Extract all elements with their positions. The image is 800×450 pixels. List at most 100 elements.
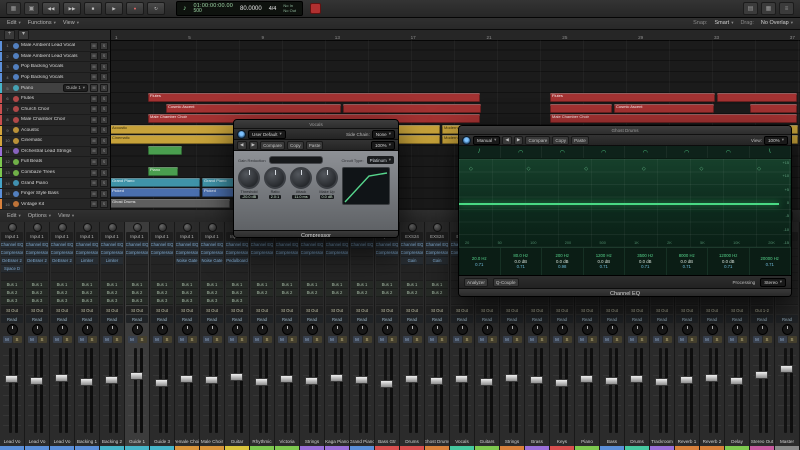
automation-mode[interactable]: Read (376, 315, 398, 323)
compressor-knob[interactable] (290, 167, 312, 189)
track-row[interactable]: 4 Pop Backing Vocals M S (0, 72, 110, 84)
automation-mode[interactable]: Read (76, 315, 98, 323)
solo-button[interactable]: S (637, 336, 647, 343)
track-solo-button[interactable]: S (100, 179, 108, 188)
insert-slot[interactable] (351, 257, 373, 265)
insert-slot[interactable]: Compressor (26, 249, 48, 257)
mute-button[interactable]: M (327, 336, 337, 343)
compressor-window-title[interactable]: Vocals (234, 120, 398, 129)
mute-button[interactable]: M (227, 336, 237, 343)
track-row[interactable]: 11 Orchestral Lead Strings M S (0, 146, 110, 158)
insert-slot[interactable]: Channel EQ (51, 241, 73, 249)
audio-region[interactable] (550, 104, 612, 113)
track-name[interactable]: Flutes (21, 96, 88, 101)
send-slot[interactable]: Bus 1 (276, 281, 298, 289)
send-slot[interactable] (351, 297, 373, 305)
track-row[interactable]: 2 Male Ambient Lead Vocals M S (0, 51, 110, 63)
send-slot[interactable]: Bus 2 (176, 289, 198, 297)
solo-button[interactable]: S (787, 336, 797, 343)
audio-region[interactable]: Male Chamber Choir (550, 114, 797, 123)
output-slot[interactable]: St Out (101, 306, 123, 314)
send-slot[interactable]: Bus 2 (126, 289, 148, 297)
pan-knob[interactable] (731, 323, 743, 335)
knob-value[interactable]: 0.0 dB (319, 195, 335, 199)
insert-slot[interactable]: Channel EQ (151, 241, 173, 249)
volume-fader[interactable] (103, 346, 121, 435)
channel-name[interactable]: Piano (575, 437, 599, 446)
q-couple-button[interactable]: Q-Couple (492, 277, 519, 287)
channel-strip[interactable]: Input 1 Channel EQ Compressor DeEsser 2 … (25, 222, 50, 450)
channel-name[interactable]: Backing 1 (75, 437, 99, 446)
send-slot[interactable] (251, 297, 273, 305)
channel-name[interactable]: Guitar (225, 437, 249, 446)
output-slot[interactable]: St Out (176, 306, 198, 314)
pan-knob[interactable] (306, 323, 318, 335)
arrange-menu[interactable]: Edit (7, 20, 21, 26)
insert-slot[interactable]: Compressor (201, 249, 223, 257)
pan-knob[interactable] (756, 323, 768, 335)
pan-knob[interactable] (381, 323, 393, 335)
fader-cap[interactable] (5, 375, 18, 384)
solo-button[interactable]: S (737, 336, 747, 343)
solo-button[interactable]: S (62, 336, 72, 343)
track-mute-button[interactable]: M (90, 168, 98, 177)
channel-name[interactable]: Kaga Piano (325, 437, 349, 446)
pan-knob[interactable] (706, 323, 718, 335)
eq-response-curve[interactable] (459, 203, 779, 205)
eq-band-toggle[interactable]: ◠ (584, 146, 625, 158)
fader-cap[interactable] (580, 375, 593, 384)
mixer-menu[interactable]: Options (28, 213, 51, 219)
send-slot[interactable]: Bus 3 (26, 297, 48, 305)
fader-cap[interactable] (755, 370, 768, 379)
channel-strip[interactable]: Input 1 Channel EQ Compressor Bus 1 Bus … (125, 222, 150, 450)
insert-slot[interactable]: Compressor (276, 249, 298, 257)
pan-knob[interactable] (556, 323, 568, 335)
insert-slot[interactable]: Compressor (176, 249, 198, 257)
channel-strip[interactable]: Input 1 Channel EQ Compressor DeEsser 2 … (50, 222, 75, 450)
automation-mode[interactable]: Read (401, 315, 423, 323)
insert-slot[interactable] (26, 273, 48, 281)
track-solo-button[interactable]: S (100, 168, 108, 177)
pan-knob[interactable] (606, 323, 618, 335)
knob-value[interactable]: 11.0 ms (292, 195, 310, 199)
next-preset-button[interactable]: ▶ (513, 135, 524, 145)
track-mute-button[interactable]: M (90, 73, 98, 82)
prev-preset-button[interactable]: ◀ (237, 140, 247, 150)
fader-cap[interactable] (230, 372, 243, 381)
track-name[interactable]: Cinematic (21, 138, 88, 143)
pan-knob[interactable] (481, 323, 493, 335)
send-slot[interactable]: Bus 1 (401, 281, 423, 289)
output-slot[interactable]: St Out (301, 306, 323, 314)
mute-button[interactable]: M (727, 336, 737, 343)
mute-button[interactable]: M (527, 336, 537, 343)
insert-slot[interactable] (251, 257, 273, 265)
send-slot[interactable] (601, 297, 623, 305)
track-patch-badge[interactable]: Guide 1 (63, 84, 88, 93)
insert-slot[interactable]: Gain (426, 257, 448, 265)
solo-button[interactable]: S (537, 336, 547, 343)
volume-fader[interactable] (578, 346, 596, 435)
insert-slot[interactable] (1, 273, 23, 281)
insert-slot[interactable] (76, 273, 98, 281)
track-mute-button[interactable]: M (90, 84, 98, 93)
view-select[interactable]: 100% (763, 135, 788, 145)
volume-fader[interactable] (553, 346, 571, 435)
volume-fader[interactable] (178, 346, 196, 435)
send-slot[interactable] (326, 297, 348, 305)
output-slot[interactable]: St Out (576, 306, 598, 314)
pan-knob[interactable] (156, 323, 168, 335)
insert-slot[interactable] (351, 249, 373, 257)
insert-slot[interactable]: Channel EQ (351, 241, 373, 249)
automation-mode[interactable]: Read (101, 315, 123, 323)
solo-button[interactable]: S (87, 336, 97, 343)
insert-slot[interactable]: Channel EQ (376, 241, 398, 249)
eq-band-column[interactable]: 20000 Hz 0.71 (750, 248, 791, 275)
send-slot[interactable]: Bus 1 (151, 281, 173, 289)
track-mute-button[interactable]: M (90, 62, 98, 71)
mute-button[interactable]: M (652, 336, 662, 343)
channel-strip[interactable]: Input 1 Channel EQ Compressor Bus 1 Bus … (150, 222, 175, 450)
mute-button[interactable]: M (127, 336, 137, 343)
send-slot[interactable]: Bus 3 (101, 297, 123, 305)
output-slot[interactable]: St Out (551, 306, 573, 314)
insert-slot[interactable]: Compressor (226, 249, 248, 257)
